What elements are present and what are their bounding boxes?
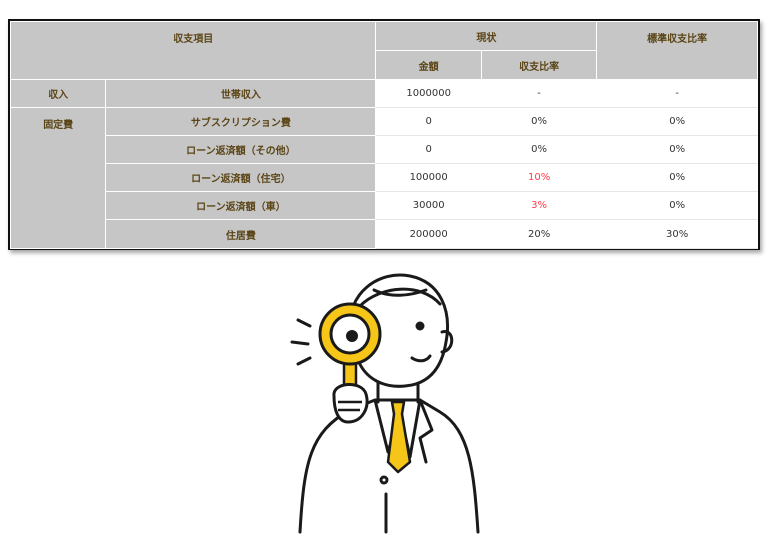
table-row: ローン返済額（その他） 0 0% 0%	[11, 135, 758, 164]
header-item: 収支項目	[9, 21, 377, 80]
row-standard: 0%	[596, 107, 758, 136]
table-row: 固定費 サブスクリプション費 0 0% 0%	[9, 107, 758, 249]
row-amount: 200000	[375, 219, 482, 249]
row-amount: 100000	[375, 163, 482, 192]
table-row: ローン返済額（車） 30000 3% 0%	[11, 191, 758, 220]
row-label: サブスクリプション費	[105, 107, 377, 136]
table-row: 住居費 200000 20% 30%	[11, 219, 758, 249]
row-label: ローン返済額（車）	[105, 191, 377, 220]
row-ratio: 0%	[480, 107, 598, 136]
row-standard: 0%	[596, 191, 758, 220]
row-label: ローン返済額（住宅）	[105, 163, 377, 192]
row-amount: 1000000	[375, 79, 482, 108]
row-amount: 0	[375, 107, 482, 136]
row-ratio-highlight: 3%	[480, 191, 598, 220]
row-ratio: 20%	[480, 219, 598, 249]
row-label: 世帯収入	[105, 79, 377, 108]
row-standard: 0%	[596, 163, 758, 192]
row-label: 住居費	[105, 219, 377, 249]
row-category: 収入	[9, 79, 107, 108]
row-standard: -	[596, 79, 758, 108]
row-ratio: 0%	[480, 135, 598, 164]
businessman-magnifying-glass-icon	[290, 273, 480, 534]
budget-table-frame: 収支項目 現状 標準収支比率 金額 収支比率 収入 世帯収入 1000000 -…	[8, 19, 760, 250]
header-current: 現状	[375, 21, 598, 51]
row-standard: 30%	[596, 219, 758, 249]
table-row: ローン返済額（住宅） 100000 10% 0%	[11, 163, 758, 192]
row-ratio-highlight: 10%	[480, 163, 598, 192]
row-standard: 0%	[596, 135, 758, 164]
row-ratio: -	[480, 79, 598, 108]
header-ratio: 収支比率	[480, 50, 598, 80]
header-standard: 標準収支比率	[596, 21, 758, 80]
table-row: 収入 世帯収入 1000000 - -	[9, 79, 758, 108]
budget-table: 収支項目 現状 標準収支比率 金額 収支比率 収入 世帯収入 1000000 -…	[9, 21, 758, 249]
row-label: ローン返済額（その他）	[105, 135, 377, 164]
row-amount: 30000	[375, 191, 482, 220]
row-amount: 0	[375, 135, 482, 164]
row-category-fixed: 固定費	[9, 107, 107, 249]
header-amount: 金額	[375, 50, 482, 80]
